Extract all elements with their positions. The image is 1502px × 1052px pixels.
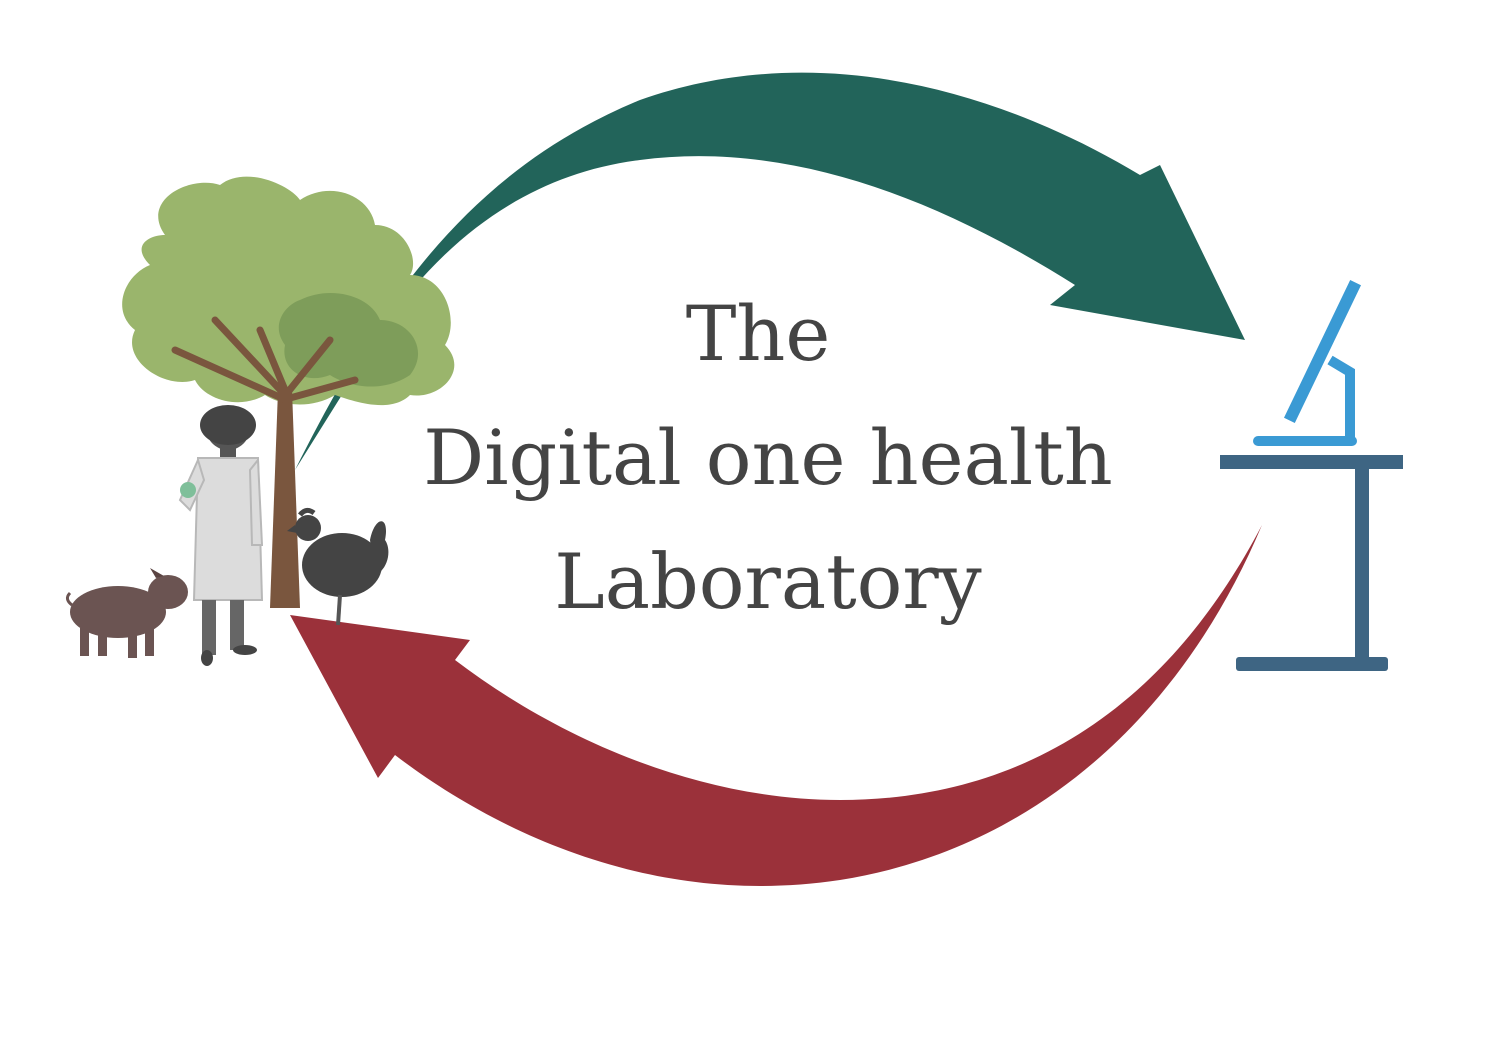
- scientist-icon: [178, 405, 264, 666]
- field-scene: [65, 176, 455, 666]
- chicken-head: [295, 515, 321, 541]
- top-arrow-shaft: [295, 72, 1245, 471]
- title-line-1: The: [686, 289, 831, 378]
- scientist-glove: [180, 482, 196, 498]
- pig-tail: [65, 591, 73, 607]
- pig-leg-2: [98, 630, 107, 656]
- chicken-leg: [336, 594, 342, 626]
- scientist-right-leg: [230, 600, 244, 650]
- diagram-canvas: The Digital one health Laboratory: [65, 72, 1403, 886]
- pig-head: [148, 575, 188, 609]
- chicken-body: [302, 533, 382, 597]
- scientist-right-arm: [248, 457, 264, 546]
- top-arrow-field-to-computer: [295, 72, 1245, 471]
- pig-leg-1: [80, 628, 89, 656]
- desk-top: [1220, 455, 1403, 469]
- tree-trunk: [270, 390, 300, 608]
- desk-leg: [1355, 469, 1369, 659]
- monitor-icon: [1253, 279, 1362, 446]
- scientist-hair: [200, 405, 256, 445]
- title-line-3: Laboratory: [554, 537, 981, 626]
- monitor-stand: [1327, 355, 1355, 442]
- pig-icon: [65, 568, 188, 658]
- pig-ear: [150, 568, 164, 578]
- desk-icon: [1220, 455, 1403, 671]
- tree-icon: [122, 176, 455, 608]
- scientist-shoe-left: [201, 650, 213, 666]
- scientist-left-leg: [202, 600, 216, 655]
- monitor-screen: [1283, 279, 1362, 424]
- scientist-neck: [220, 445, 236, 459]
- desk-foot: [1236, 657, 1388, 671]
- pig-leg-4: [145, 628, 154, 656]
- chicken-comb: [298, 507, 316, 517]
- chicken-icon: [287, 507, 389, 626]
- diagram-title: The Digital one health Laboratory: [423, 289, 1112, 626]
- computer-workstation-icon: [1220, 279, 1403, 671]
- title-line-2: Digital one health: [423, 413, 1112, 502]
- pig-leg-3: [128, 630, 137, 658]
- scientist-shoe: [233, 645, 257, 655]
